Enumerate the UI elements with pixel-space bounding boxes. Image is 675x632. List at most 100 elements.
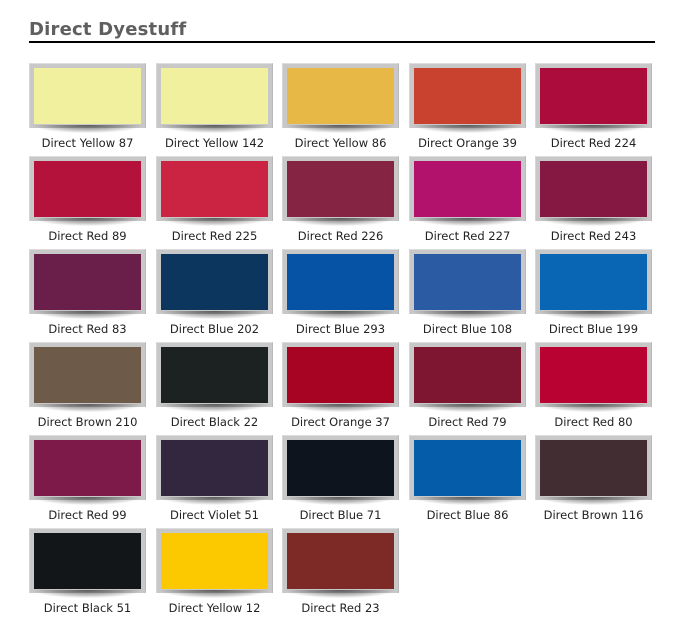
swatch-frame — [282, 63, 399, 128]
color-swatch[interactable] — [287, 440, 394, 496]
swatch-frame — [156, 63, 273, 128]
swatch-tile[interactable]: Direct Red 224 — [535, 63, 652, 150]
swatch-tile[interactable]: Direct Red 79 — [409, 342, 526, 429]
swatch-shadow — [413, 218, 522, 226]
color-swatch[interactable] — [34, 68, 141, 124]
swatch-tile[interactable]: Direct Brown 116 — [535, 435, 652, 522]
swatch-frame — [282, 528, 399, 593]
swatch-shadow — [33, 125, 142, 133]
color-swatch[interactable] — [34, 533, 141, 589]
swatch-tile[interactable]: Direct Blue 108 — [409, 249, 526, 336]
swatch-tile[interactable]: Direct Red 243 — [535, 156, 652, 243]
swatch-frame — [282, 342, 399, 407]
swatch-tile[interactable]: Direct Red 80 — [535, 342, 652, 429]
swatch-tile[interactable]: Direct Blue 202 — [156, 249, 273, 336]
swatch-tile[interactable]: Direct Black 51 — [29, 528, 146, 615]
swatch-tile[interactable]: Direct Red 227 — [409, 156, 526, 243]
swatch-frame — [156, 156, 273, 221]
color-swatch[interactable] — [34, 161, 141, 217]
swatch-tile[interactable]: Direct Blue 86 — [409, 435, 526, 522]
swatch-tile[interactable]: Direct Yellow 86 — [282, 63, 399, 150]
swatch-tile[interactable]: Direct Yellow 142 — [156, 63, 273, 150]
color-swatch[interactable] — [161, 347, 268, 403]
swatch-tile[interactable]: Direct Red 226 — [282, 156, 399, 243]
swatch-tile[interactable]: Direct Blue 71 — [282, 435, 399, 522]
color-swatch[interactable] — [287, 161, 394, 217]
swatch-shadow — [160, 311, 269, 319]
color-swatch[interactable] — [34, 347, 141, 403]
swatch-frame — [535, 249, 652, 314]
title-divider — [29, 41, 655, 43]
swatch-frame — [409, 435, 526, 500]
color-swatch[interactable] — [414, 254, 521, 310]
color-swatch[interactable] — [540, 161, 647, 217]
swatch-tile[interactable]: Direct Red 89 — [29, 156, 146, 243]
swatch-shadow — [160, 590, 269, 598]
swatch-shadow — [33, 311, 142, 319]
swatch-label: Direct Red 23 — [301, 601, 380, 615]
swatch-label: Direct Orange 37 — [291, 415, 390, 429]
swatch-tile[interactable]: Direct Blue 199 — [535, 249, 652, 336]
swatch-shadow — [539, 125, 648, 133]
color-swatch[interactable] — [34, 254, 141, 310]
color-swatch[interactable] — [287, 254, 394, 310]
swatch-label: Direct Blue 86 — [426, 508, 509, 522]
color-swatch[interactable] — [414, 68, 521, 124]
color-swatch[interactable] — [414, 440, 521, 496]
swatch-frame — [535, 435, 652, 500]
color-swatch[interactable] — [540, 347, 647, 403]
swatch-label: Direct Black 51 — [43, 601, 132, 615]
swatch-tile[interactable]: Direct Black 22 — [156, 342, 273, 429]
swatch-frame — [535, 63, 652, 128]
swatch-frame — [29, 435, 146, 500]
swatch-tile[interactable]: Direct Red 225 — [156, 156, 273, 243]
swatch-label: Direct Black 22 — [170, 415, 259, 429]
swatch-frame — [29, 63, 146, 128]
color-swatch[interactable] — [287, 533, 394, 589]
swatch-shadow — [286, 125, 395, 133]
swatch-tile[interactable]: Direct Red 83 — [29, 249, 146, 336]
swatch-shadow — [539, 218, 648, 226]
swatch-shadow — [286, 497, 395, 505]
swatch-label: Direct Blue 108 — [422, 322, 513, 336]
swatch-tile[interactable]: Direct Brown 210 — [29, 342, 146, 429]
color-swatch[interactable] — [161, 68, 268, 124]
swatch-shadow — [33, 497, 142, 505]
swatch-label: Direct Red 99 — [48, 508, 127, 522]
swatch-shadow — [539, 404, 648, 412]
color-swatch[interactable] — [161, 533, 268, 589]
color-swatch[interactable] — [287, 347, 394, 403]
swatch-frame — [156, 342, 273, 407]
swatch-shadow — [286, 218, 395, 226]
swatch-tile[interactable]: Direct Orange 37 — [282, 342, 399, 429]
swatch-shadow — [286, 311, 395, 319]
swatch-shadow — [413, 125, 522, 133]
color-swatch[interactable] — [287, 68, 394, 124]
swatch-tile[interactable]: Direct Violet 51 — [156, 435, 273, 522]
swatch-frame — [535, 342, 652, 407]
swatch-label: Direct Brown 116 — [543, 508, 644, 522]
swatch-shadow — [286, 590, 395, 598]
swatch-label: Direct Yellow 142 — [164, 136, 265, 150]
color-swatch[interactable] — [161, 161, 268, 217]
swatch-tile[interactable]: Direct Yellow 87 — [29, 63, 146, 150]
color-swatch[interactable] — [540, 68, 647, 124]
color-swatch[interactable] — [161, 254, 268, 310]
swatch-tile[interactable]: Direct Red 23 — [282, 528, 399, 615]
swatch-frame — [156, 528, 273, 593]
color-swatch[interactable] — [161, 440, 268, 496]
color-swatch[interactable] — [414, 347, 521, 403]
swatch-tile[interactable]: Direct Blue 293 — [282, 249, 399, 336]
color-swatch[interactable] — [34, 440, 141, 496]
color-swatch[interactable] — [414, 161, 521, 217]
swatch-tile[interactable]: Direct Orange 39 — [409, 63, 526, 150]
swatch-tile[interactable]: Direct Red 99 — [29, 435, 146, 522]
swatch-frame — [409, 156, 526, 221]
swatch-label: Direct Red 227 — [424, 229, 511, 243]
swatch-label: Direct Blue 199 — [548, 322, 639, 336]
color-swatch[interactable] — [540, 254, 647, 310]
swatch-label: Direct Red 89 — [48, 229, 127, 243]
swatch-label: Direct Brown 210 — [37, 415, 138, 429]
swatch-tile[interactable]: Direct Yellow 12 — [156, 528, 273, 615]
color-swatch[interactable] — [540, 440, 647, 496]
